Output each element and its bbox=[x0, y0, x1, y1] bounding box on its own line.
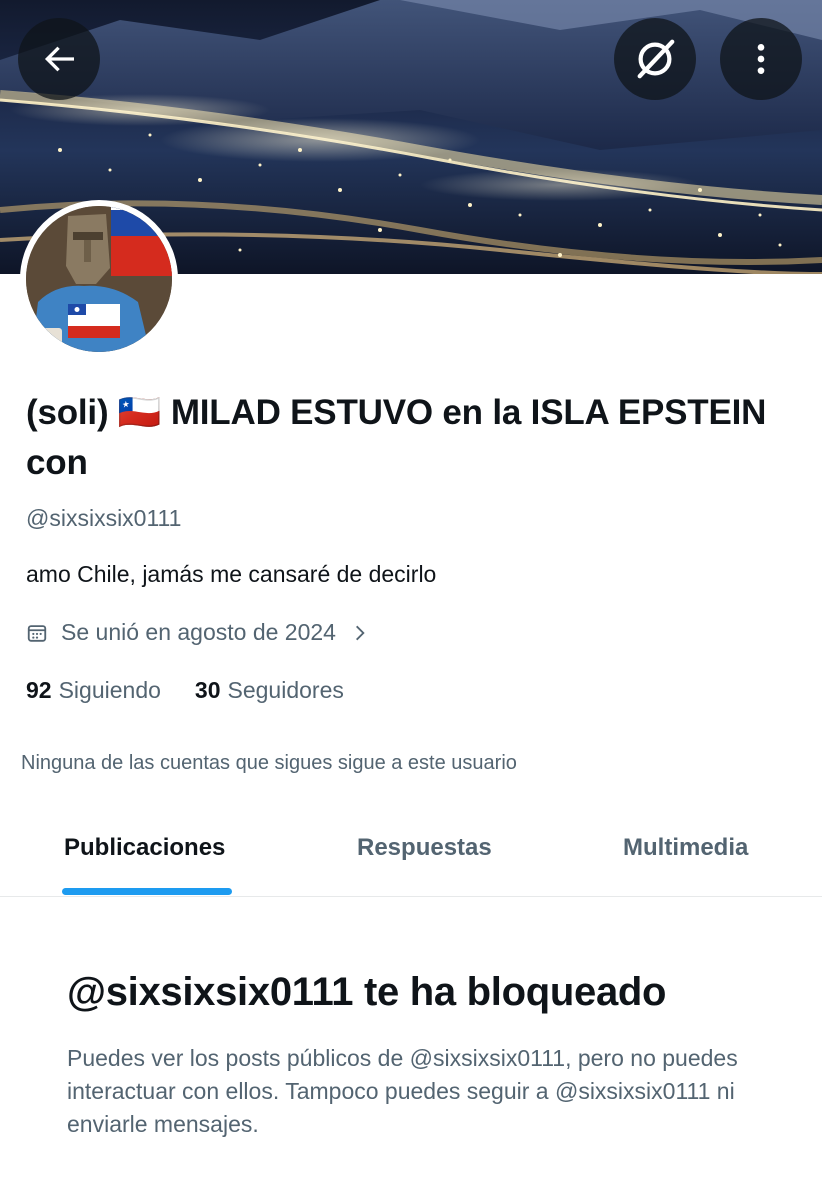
followers-link[interactable]: 30 Seguidores bbox=[195, 677, 344, 704]
bio: amo Chile, jamás me cansaré de decirlo bbox=[26, 561, 437, 587]
grok-icon bbox=[637, 39, 675, 79]
following-link[interactable]: 92 Siguiendo bbox=[26, 677, 161, 704]
following-count: 92 bbox=[26, 677, 52, 703]
username-handle: @sixsixsix0111 bbox=[26, 505, 182, 531]
tab-publicaciones[interactable]: Publicaciones bbox=[64, 834, 225, 862]
more-options-button[interactable] bbox=[720, 18, 802, 100]
arrow-left-icon bbox=[44, 46, 74, 72]
profile-tabs: Publicaciones Respuestas Multimedia bbox=[0, 800, 822, 897]
join-date-label: Se unió en agosto de 2024 bbox=[61, 619, 336, 645]
followers-count: 30 bbox=[194, 677, 221, 703]
more-vertical-icon bbox=[757, 44, 765, 74]
mutual-followers-text: Ninguna de las cuentas que sigues sigue … bbox=[21, 752, 517, 774]
grok-button[interactable] bbox=[614, 18, 696, 100]
display-name: (soli) 🇨🇱 MILAD ESTUVO en la ISLA EPSTEI… bbox=[26, 393, 767, 482]
calendar-icon bbox=[27, 624, 47, 642]
followers-label: Seguidores bbox=[227, 677, 344, 703]
avatar-image bbox=[26, 206, 172, 352]
active-tab-indicator bbox=[62, 888, 232, 895]
chevron-right-icon bbox=[355, 625, 365, 640]
back-button[interactable] bbox=[18, 18, 100, 100]
tab-respuestas[interactable]: Respuestas bbox=[357, 834, 492, 862]
join-date[interactable]: Se unió en agosto de 2024 bbox=[26, 619, 370, 646]
follow-stats: 92 Siguiendo 30 Seguidores bbox=[26, 677, 344, 704]
blocked-description: Puedes ver los posts públicos de @sixsix… bbox=[67, 1045, 738, 1137]
following-label: Siguiendo bbox=[58, 677, 161, 703]
avatar[interactable] bbox=[20, 200, 178, 358]
blocked-title: @sixsixsix0111 te ha bloqueado bbox=[67, 970, 667, 1014]
tab-multimedia[interactable]: Multimedia bbox=[623, 834, 748, 862]
